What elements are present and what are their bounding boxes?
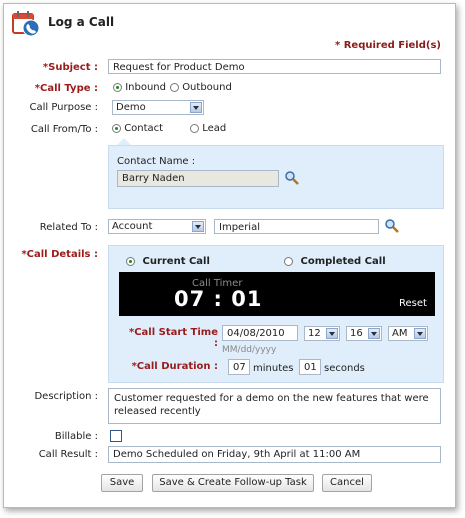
call-result-input[interactable]: Demo Scheduled on Friday, 9th April at 1… <box>108 446 441 463</box>
call-duration-label: *Call Duration : <box>131 361 218 372</box>
call-result-label: Call Result : <box>38 449 98 460</box>
reset-timer-button[interactable]: Reset <box>399 298 427 309</box>
chevron-down-icon <box>368 328 380 339</box>
dialog-title: Log a Call <box>48 15 115 29</box>
outbound-radio[interactable] <box>170 82 179 92</box>
cancel-button[interactable]: Cancel <box>322 474 372 492</box>
call-details-label: *Call Details : <box>21 249 98 260</box>
seconds-label: seconds <box>324 363 365 374</box>
start-minute-value: 16 <box>350 328 363 339</box>
start-hour-select[interactable]: 12 <box>304 326 340 341</box>
lead-radio[interactable] <box>190 123 199 133</box>
completed-call-option[interactable]: Completed Call <box>284 256 386 267</box>
contact-option-label: Contact <box>124 123 164 134</box>
call-from-to-label: Call From/To : <box>30 124 98 135</box>
calendar-phone-icon <box>11 9 41 40</box>
start-minute-select[interactable]: 16 <box>346 326 382 341</box>
current-call-option[interactable]: Current Call <box>126 256 210 267</box>
related-to-input[interactable]: Imperial <box>214 219 379 234</box>
related-to-type-value: Account <box>112 221 153 232</box>
start-date-input[interactable]: 04/08/2010 <box>222 325 298 341</box>
minutes-label: minutes <box>253 363 294 374</box>
date-format-hint: MM/dd/yyyy <box>222 345 277 355</box>
current-call-radio[interactable] <box>126 256 135 266</box>
contact-radio[interactable] <box>112 123 121 133</box>
billable-checkbox[interactable] <box>110 430 122 442</box>
duration-seconds-input[interactable]: 01 <box>299 359 321 375</box>
inbound-radio[interactable] <box>113 82 122 92</box>
chevron-down-icon <box>414 328 426 339</box>
subject-input[interactable]: Request for Product Demo <box>108 59 441 74</box>
from-to-lead[interactable]: Lead <box>190 123 226 134</box>
related-to-type-select[interactable]: Account <box>108 219 206 234</box>
chevron-down-icon <box>190 102 202 113</box>
call-timer-value: 07 : 01 <box>174 287 263 311</box>
chevron-down-icon <box>326 328 338 339</box>
completed-call-label: Completed Call <box>300 256 386 267</box>
log-call-dialog: Log a Call * Required Field(s) *Subject … <box>3 3 456 508</box>
call-type-label: *Call Type : <box>34 83 98 94</box>
call-type-inbound[interactable]: Inbound <box>113 82 166 93</box>
required-fields-note: * Required Field(s) <box>335 40 441 51</box>
call-purpose-label: Call Purpose : <box>29 102 98 113</box>
inbound-label: Inbound <box>125 82 166 93</box>
start-ampm-value: AM <box>392 328 408 339</box>
duration-minutes-input[interactable]: 07 <box>228 359 250 375</box>
start-ampm-select[interactable]: AM <box>388 326 428 341</box>
outbound-label: Outbound <box>182 82 232 93</box>
call-timer <box>119 272 435 316</box>
lead-option-label: Lead <box>202 123 227 134</box>
call-purpose-value: Demo <box>116 102 146 113</box>
contact-name-input[interactable]: Barry Naden <box>117 170 279 187</box>
search-icon[interactable] <box>284 170 300 189</box>
save-button[interactable]: Save <box>101 474 143 492</box>
from-to-contact[interactable]: Contact <box>112 123 163 134</box>
call-type-outbound[interactable]: Outbound <box>170 82 232 93</box>
contact-name-label: Contact Name : <box>117 156 196 167</box>
chevron-down-icon <box>192 221 204 232</box>
start-hour-value: 12 <box>308 328 321 339</box>
billable-label: Billable : <box>54 431 98 442</box>
related-to-label: Related To : <box>39 222 98 233</box>
description-label: Description : <box>34 391 98 402</box>
current-call-label: Current Call <box>142 256 210 267</box>
panel-pointer <box>117 138 131 145</box>
subject-label: *Subject : <box>42 62 98 73</box>
call-purpose-select[interactable]: Demo <box>112 100 204 115</box>
completed-call-radio[interactable] <box>284 256 293 266</box>
search-icon[interactable] <box>384 218 400 237</box>
call-start-time-label: *Call Start Time : <box>128 327 218 349</box>
description-textarea[interactable]: Customer requested for a demo on the new… <box>108 388 441 424</box>
save-create-followup-button[interactable]: Save & Create Follow-up Task <box>152 474 314 492</box>
